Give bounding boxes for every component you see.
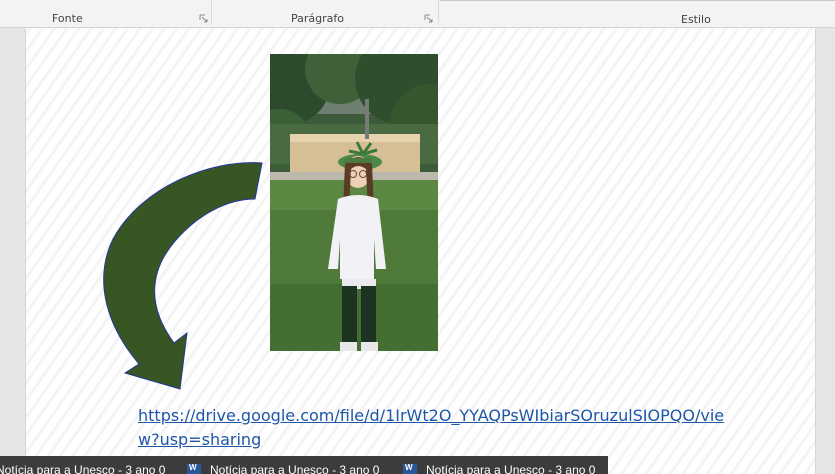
word-icon: W (187, 463, 201, 474)
word-icon: W (403, 463, 417, 474)
taskbar-item-label: Notícia para a Unesco - 3 ano 0 (0, 463, 166, 474)
taskbar-item-word-doc[interactable]: W Notícia para a Unesco - 3 ano 0 (403, 456, 595, 474)
taskbar-item-label: Notícia para a Unesco - 3 ano 0 (210, 463, 380, 474)
ribbon-group-font: Fonte (0, 0, 211, 27)
ribbon-group-style: Estilo (440, 0, 835, 27)
ribbon-separator (438, 0, 439, 24)
ribbon-group-paragraph: Parágrafo (212, 0, 438, 27)
document-page[interactable]: https://drive.google.com/file/d/1IrWt2O_… (25, 28, 816, 474)
dialog-launcher-icon[interactable] (424, 14, 433, 23)
ribbon-group-label-paragraph: Parágrafo (291, 12, 344, 25)
ribbon-group-label-font: Fonte (52, 12, 83, 25)
taskbar-item-word-doc[interactable]: Notícia para a Unesco - 3 ano 0 (0, 456, 165, 474)
ribbon-group-label-style: Estilo (681, 13, 711, 26)
taskbar-item-word-doc[interactable]: W Notícia para a Unesco - 3 ano 0 (187, 456, 379, 474)
curved-arrow-shape[interactable] (81, 159, 271, 404)
inserted-photo[interactable] (270, 54, 438, 351)
dialog-launcher-icon[interactable] (199, 14, 208, 23)
taskbar: Notícia para a Unesco - 3 ano 0 W Notíci… (0, 456, 608, 474)
taskbar-item-label: Notícia para a Unesco - 3 ano 0 (426, 463, 596, 474)
document-area[interactable]: https://drive.google.com/file/d/1IrWt2O_… (0, 28, 835, 474)
ribbon: Fonte Parágrafo Estilo (0, 0, 835, 28)
drive-link[interactable]: https://drive.google.com/file/d/1IrWt2O_… (138, 404, 728, 452)
